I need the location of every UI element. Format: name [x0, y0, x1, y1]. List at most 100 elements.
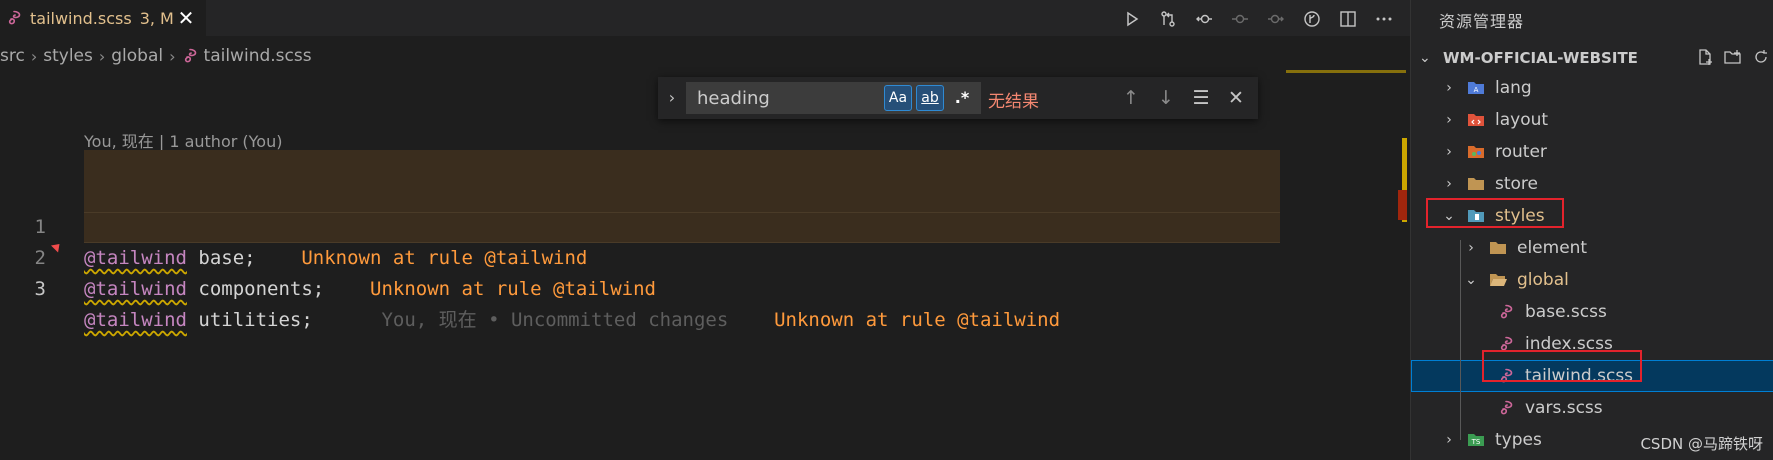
tree-item-label: router — [1495, 142, 1547, 162]
at-rule: @tailwind — [84, 309, 187, 331]
folder-open-icon — [1489, 271, 1507, 289]
tree-item-lang[interactable]: › A lang — [1411, 72, 1773, 104]
indent-guide — [1460, 240, 1461, 440]
styles-folder-icon — [1467, 207, 1485, 225]
workspace-title: WM-OFFICIAL-WEBSITE — [1443, 49, 1638, 67]
tab-bar: tailwind.scss 3, M ✕ — [0, 0, 1410, 36]
lang-folder-icon: A — [1467, 79, 1485, 97]
tab-title: tailwind.scss — [30, 8, 132, 28]
close-icon[interactable]: ✕ — [1223, 85, 1249, 111]
run-icon[interactable] — [1116, 6, 1148, 32]
tree-item-tailwind-scss[interactable]: tailwind.scss — [1411, 360, 1773, 392]
arrow-down-icon[interactable]: ↓ — [1153, 85, 1179, 111]
router-folder-icon — [1467, 143, 1485, 161]
find-overview-marker — [1286, 70, 1406, 73]
sass-icon — [6, 10, 22, 26]
tree-item-base-scss[interactable]: base.scss — [1411, 296, 1773, 328]
tree-item-vars-scss[interactable]: vars.scss — [1411, 392, 1773, 424]
tab-tailwind-scss[interactable]: tailwind.scss 3, M ✕ — [0, 0, 206, 36]
new-file-icon[interactable] — [1696, 48, 1714, 66]
split-editor-icon[interactable] — [1332, 6, 1364, 32]
file-tree: › A lang › layout › router › store ⌄ sty… — [1411, 72, 1773, 456]
timeline-back-icon[interactable] — [1188, 6, 1220, 32]
chevron-right-icon: › — [1446, 80, 1452, 96]
tree-item-label: store — [1495, 174, 1538, 194]
breadcrumb-global[interactable]: global — [111, 46, 163, 66]
tree-item-index-scss[interactable]: index.scss — [1411, 328, 1773, 360]
breadcrumb-file[interactable]: tailwind.scss — [182, 46, 312, 66]
whole-word-toggle[interactable]: ab — [916, 85, 944, 111]
timeline-forward-icon[interactable] — [1260, 6, 1292, 32]
layout-folder-icon — [1467, 111, 1485, 129]
chevron-right-icon: › — [1446, 144, 1452, 160]
close-icon[interactable]: ✕ — [176, 8, 196, 28]
at-rule-arg: components; — [186, 278, 325, 300]
at-rule-arg: utilities; — [186, 309, 313, 331]
breadcrumb-file-label: tailwind.scss — [203, 46, 312, 66]
folder-icon — [1489, 239, 1507, 257]
tree-item-router[interactable]: › router — [1411, 136, 1773, 168]
git-lens-icon[interactable] — [1296, 6, 1328, 32]
tree-item-layout[interactable]: › layout — [1411, 104, 1773, 136]
breadcrumb-styles[interactable]: styles — [43, 46, 93, 66]
tree-item-label: vars.scss — [1525, 398, 1603, 418]
folder-icon — [1467, 175, 1485, 193]
tree-item-label: element — [1517, 238, 1588, 258]
chevron-right-icon: › — [169, 46, 176, 66]
sass-icon — [184, 48, 196, 63]
sass-icon — [1497, 335, 1515, 353]
code-line-current[interactable]: 3 @tailwind utilities; You, 现在 • Uncommi… — [0, 212, 1280, 331]
diagnostic-highlight — [84, 150, 1280, 181]
svg-text:A: A — [1474, 86, 1479, 94]
sass-icon — [1497, 303, 1515, 321]
tree-item-label: index.scss — [1525, 334, 1613, 354]
inline-diagnostic: Unknown at rule @tailwind — [370, 278, 656, 300]
arrow-up-icon[interactable]: ↑ — [1118, 85, 1144, 111]
chevron-right-icon: › — [1446, 176, 1452, 192]
code-line[interactable]: 1 @tailwind base; Unknown at rule @tailw… — [0, 150, 1280, 269]
sass-icon — [1497, 367, 1515, 385]
git-blame-annotation: You, 现在 • Uncommitted changes — [381, 309, 729, 331]
diagnostic-highlight — [84, 181, 1280, 212]
commit-icon[interactable] — [1224, 6, 1256, 32]
chevron-right-icon: › — [1468, 240, 1474, 256]
code-lines: 1 @tailwind base; Unknown at rule @tailw… — [0, 150, 1280, 331]
svg-text:TS: TS — [1471, 438, 1481, 446]
explorer-panel: 资源管理器 ⌄ WM-OFFICIAL-WEBSITE › A lang › l… — [1410, 0, 1773, 460]
codelens-author[interactable]: You, 现在 | 1 author (You) — [84, 128, 282, 152]
chevron-down-icon: ⌄ — [1443, 208, 1455, 224]
refresh-icon[interactable] — [1752, 48, 1770, 66]
tree-item-element[interactable]: › element — [1411, 232, 1773, 264]
tree-item-store[interactable]: › store — [1411, 168, 1773, 200]
more-actions-icon[interactable] — [1368, 6, 1400, 32]
match-case-toggle[interactable]: Aa — [884, 85, 912, 111]
workspace-section-header[interactable]: ⌄ WM-OFFICIAL-WEBSITE — [1411, 44, 1773, 72]
regex-toggle[interactable]: .* — [948, 85, 976, 111]
ts-folder-icon: TS — [1467, 431, 1485, 449]
tree-item-label: tailwind.scss — [1525, 366, 1634, 386]
compare-changes-icon[interactable] — [1152, 6, 1184, 32]
chevron-right-icon: › — [1446, 432, 1452, 448]
breadcrumb-src[interactable]: src — [0, 46, 25, 66]
chevron-right-icon: › — [98, 46, 106, 66]
at-rule: @tailwind — [84, 247, 187, 269]
tree-item-label: layout — [1495, 110, 1549, 130]
tree-item-global[interactable]: ⌄ global — [1411, 264, 1773, 296]
breadcrumb: src › styles › global › tailwind.scss — [0, 44, 312, 68]
inline-diagnostic: Unknown at rule @tailwind — [774, 309, 1061, 331]
overview-ruler[interactable] — [1286, 70, 1410, 460]
chevron-down-icon: ⌄ — [1419, 50, 1431, 66]
find-result-count: 无结果 — [988, 92, 1039, 112]
line-number: 3 — [34, 278, 46, 300]
find-in-selection-icon[interactable]: ☰ — [1188, 85, 1214, 111]
toggle-replace-chevron-icon[interactable]: › — [664, 87, 680, 109]
code-line[interactable]: 2 @tailwind components; Unknown at rule … — [0, 181, 1280, 300]
find-widget: › Aa ab .* 无结果 ↑ ↓ ☰ ✕ — [658, 77, 1258, 119]
tree-item-label: styles — [1495, 206, 1545, 226]
tree-item-styles[interactable]: ⌄ styles — [1411, 200, 1773, 232]
new-folder-icon[interactable] — [1724, 48, 1742, 66]
error-marker — [1398, 190, 1407, 220]
chevron-right-icon: › — [30, 46, 38, 66]
tree-item-label: types — [1495, 430, 1542, 450]
tree-item-label: global — [1517, 270, 1569, 290]
